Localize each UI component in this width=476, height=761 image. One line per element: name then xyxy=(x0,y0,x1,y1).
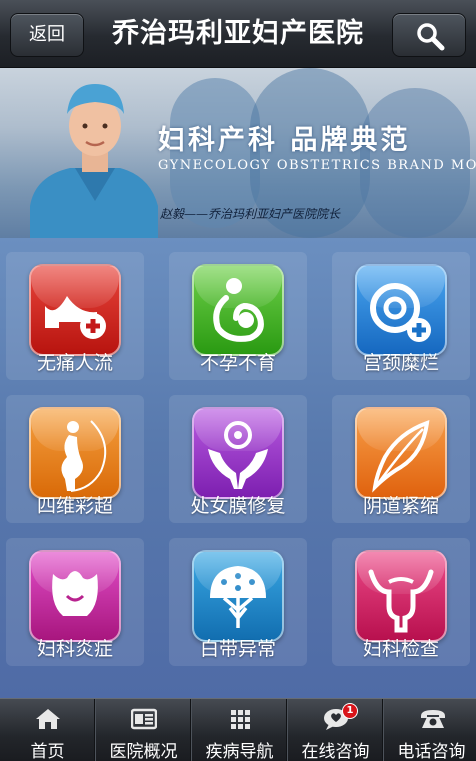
hands-care-icon xyxy=(208,421,268,489)
nav-phone-consult[interactable]: 电话咨询 xyxy=(384,699,476,761)
service-grid: 无痛人流 不孕不育 宫颈糜烂 四维彩超 处女膜修复 阴道紧缩 妇科炎症 白带异常… xyxy=(0,238,476,698)
service-gyn-exam[interactable]: 妇科检查 xyxy=(326,532,476,672)
abortion-icon xyxy=(45,296,106,339)
service-label: 阴道紧缩 xyxy=(362,495,439,517)
search-icon xyxy=(417,23,445,51)
home-icon xyxy=(36,709,60,729)
cervix-plus-icon xyxy=(370,283,431,342)
unread-badge: 1 xyxy=(342,703,358,719)
feather-icon xyxy=(372,420,430,493)
hero-banner[interactable]: 妇科产科 品牌典范 GYNECOLOGY OBSTETRICS BRAND MO… xyxy=(0,68,476,238)
page-title: 乔治玛利亚妇产医院 xyxy=(112,18,364,49)
director-signature: 赵毅——乔治玛利亚妇产医院院长 xyxy=(160,207,341,221)
bottom-nav: 首页 医院概况 疾病导航 1 在线咨询 电话咨询 xyxy=(0,698,476,761)
search-button[interactable] xyxy=(392,13,466,57)
service-4d-ultrasound[interactable]: 四维彩超 xyxy=(0,389,150,529)
nav-label: 电话咨询 xyxy=(397,742,466,761)
doctor-photo xyxy=(30,84,158,238)
service-label: 白带异常 xyxy=(199,638,276,660)
service-label: 宫颈糜烂 xyxy=(362,352,439,374)
nav-home[interactable]: 首页 xyxy=(0,699,95,761)
nav-disease-guide[interactable]: 疾病导航 xyxy=(192,699,287,761)
nav-label: 在线咨询 xyxy=(301,742,370,761)
service-infertility[interactable]: 不孕不育 xyxy=(163,246,313,386)
phone-icon xyxy=(421,710,445,728)
service-hymen-repair[interactable]: 处女膜修复 xyxy=(163,389,313,529)
top-bar: 返回 乔治玛利亚妇产医院 xyxy=(0,0,476,68)
banner-slogan-en: GYNECOLOGY OBSTETRICS BRAND MODEL xyxy=(158,158,476,173)
nav-hospital-overview[interactable]: 医院概况 xyxy=(96,699,191,761)
mother-baby-icon xyxy=(213,278,264,342)
service-label: 不孕不育 xyxy=(199,352,276,374)
service-cervical[interactable]: 宫颈糜烂 xyxy=(326,246,476,386)
tree-icon xyxy=(210,566,266,628)
nav-online-consult[interactable]: 1 在线咨询 xyxy=(288,699,383,761)
grid-icon xyxy=(231,710,250,729)
banner-slogan: 妇科产科 品牌典范 xyxy=(158,125,411,156)
service-abortion[interactable]: 无痛人流 xyxy=(0,246,150,386)
tulip-icon xyxy=(52,571,98,616)
service-vaginal-tightening[interactable]: 阴道紧缩 xyxy=(326,389,476,529)
service-leucorrhea[interactable]: 白带异常 xyxy=(163,532,313,672)
nav-label: 医院概况 xyxy=(109,742,178,761)
service-label: 处女膜修复 xyxy=(190,495,286,517)
back-button[interactable]: 返回 xyxy=(10,13,84,57)
service-label: 妇科炎症 xyxy=(36,638,113,660)
service-label: 无痛人流 xyxy=(36,352,113,374)
nav-label: 首页 xyxy=(30,742,65,761)
nav-label: 疾病导航 xyxy=(205,742,274,761)
card-icon xyxy=(131,708,157,730)
uterus-icon xyxy=(368,569,434,633)
pregnant-woman-icon xyxy=(61,420,107,492)
service-label: 四维彩超 xyxy=(36,495,113,517)
service-inflammation[interactable]: 妇科炎症 xyxy=(0,532,150,672)
service-label: 妇科检查 xyxy=(362,638,439,660)
